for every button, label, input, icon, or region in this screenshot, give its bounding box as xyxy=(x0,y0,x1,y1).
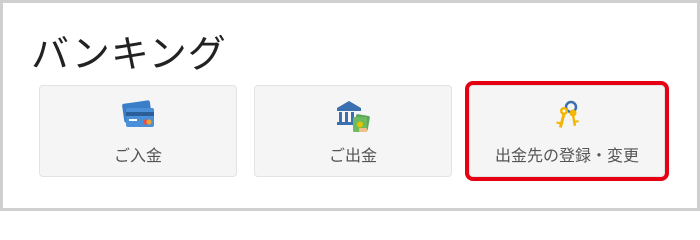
withdrawal-label: ご出金 xyxy=(328,146,377,165)
banking-panel: バンキング ご入金 ご出金 出金先の登録・変更 xyxy=(0,0,700,211)
withdrawal-card[interactable]: ご出金 xyxy=(254,85,452,177)
deposit-card[interactable]: ご入金 xyxy=(39,85,237,177)
deposit-label: ご入金 xyxy=(113,146,162,165)
credit-card-icon xyxy=(118,98,158,134)
withdrawal-account-label: 出金先の登録・変更 xyxy=(494,146,639,165)
key-icon xyxy=(547,98,587,134)
withdrawal-account-card[interactable]: 出金先の登録・変更 xyxy=(469,85,665,177)
section-title: バンキング xyxy=(31,32,227,76)
bank-money-icon xyxy=(333,98,373,134)
